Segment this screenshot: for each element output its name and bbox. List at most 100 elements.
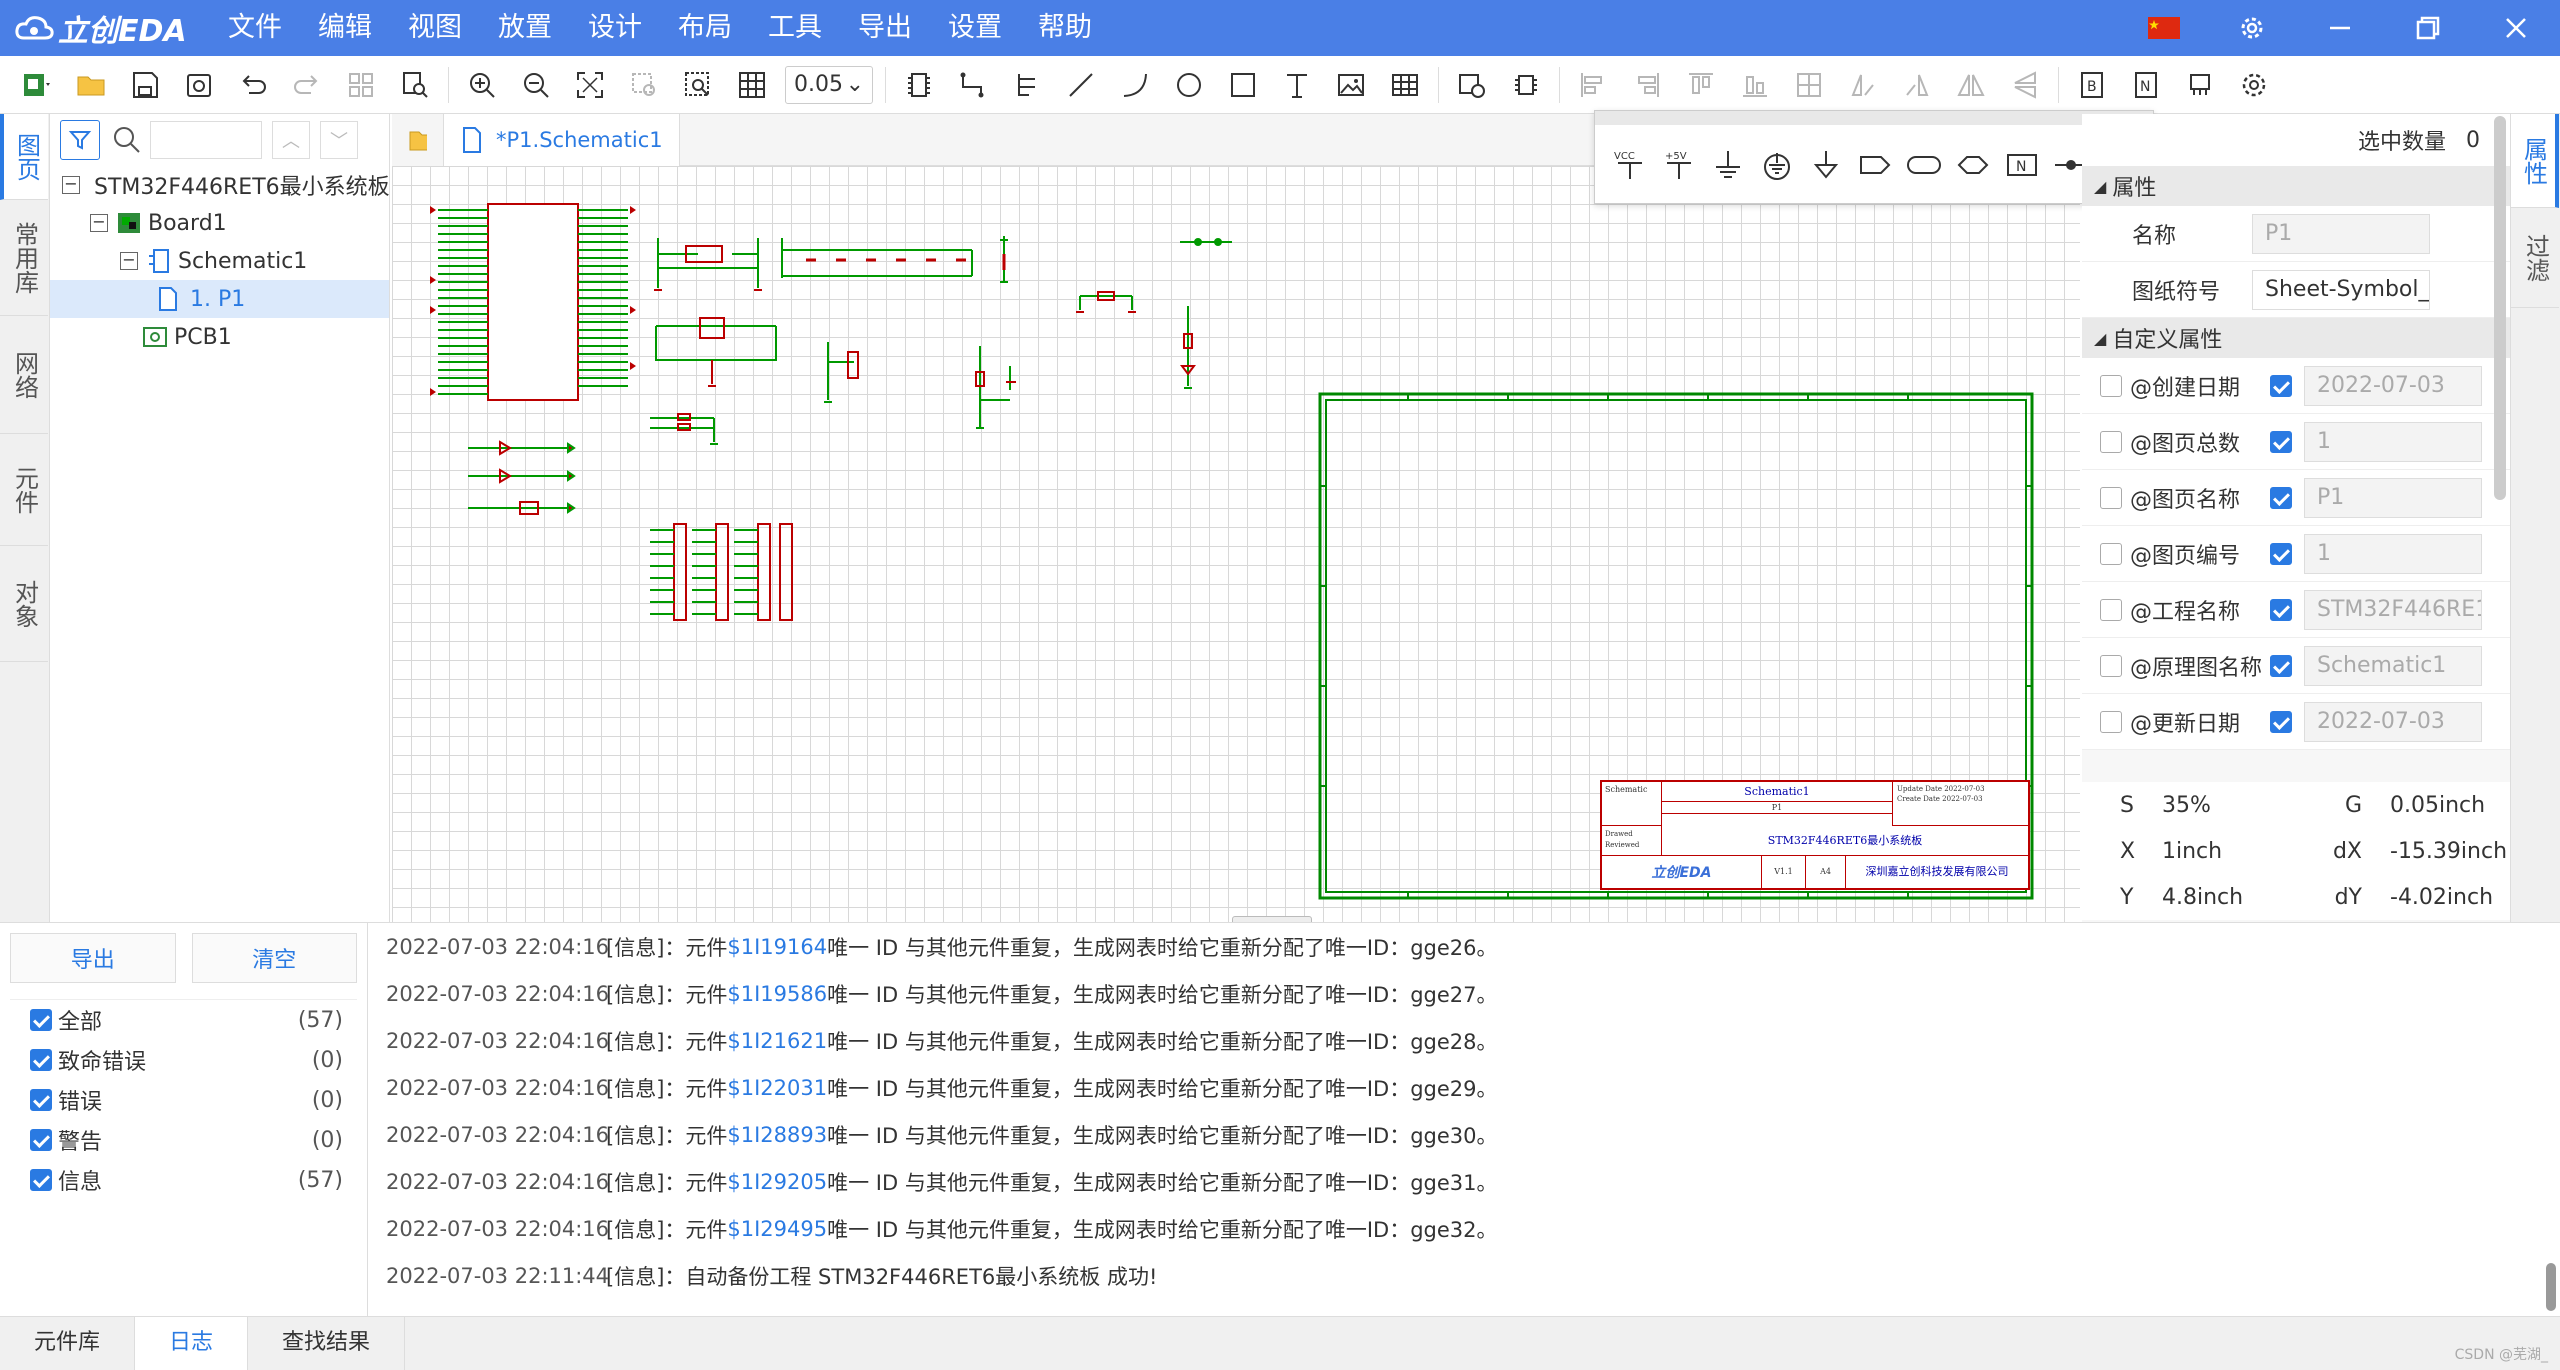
table-icon[interactable] (1378, 61, 1432, 109)
enable-checkbox[interactable] (2270, 598, 2292, 621)
tree-search-input[interactable] (150, 121, 262, 159)
checkbox[interactable] (30, 1009, 52, 1031)
language-flag-icon[interactable] (2120, 0, 2208, 56)
zoom-out-icon[interactable] (509, 61, 563, 109)
show-checkbox[interactable] (2100, 710, 2122, 733)
search-icon[interactable] (110, 123, 144, 161)
custom-property-value[interactable]: 1 (2304, 533, 2482, 574)
redo-icon[interactable] (280, 61, 334, 109)
menu-edit[interactable]: 编辑 (300, 0, 390, 56)
flip-horizontal-icon[interactable] (1944, 61, 1998, 109)
show-checkbox[interactable] (2100, 430, 2122, 453)
export-log-button[interactable]: 导出 (10, 933, 176, 983)
component-link[interactable]: $1I19164 (727, 935, 827, 959)
custom-property-value[interactable]: 2022-07-03 (2304, 701, 2482, 742)
tab-log[interactable]: 日志 (135, 1317, 249, 1370)
enable-checkbox[interactable] (2270, 710, 2292, 733)
open-folder-icon[interactable] (64, 61, 118, 109)
design-check-icon[interactable] (2173, 61, 2227, 109)
search-prev-button[interactable]: ︿ (272, 121, 310, 159)
basic-properties-header[interactable]: ◢ 属性 (2082, 166, 2510, 206)
place-component-icon[interactable] (892, 61, 946, 109)
log-filter-fatal[interactable]: 致命错误 (0) (10, 1040, 357, 1080)
tab-objects[interactable]: 对象 (0, 546, 48, 662)
grid-layout-icon[interactable] (334, 61, 388, 109)
align-grid-icon[interactable] (1782, 61, 1836, 109)
led-circuit[interactable] (1076, 291, 1136, 313)
tab-properties[interactable]: 属性 (2511, 114, 2559, 208)
update-pcb-icon[interactable] (1445, 61, 1499, 109)
zoom-area-icon[interactable] (671, 61, 725, 109)
convert-pcb-icon[interactable] (1499, 61, 1553, 109)
align-bottom-icon[interactable] (1728, 61, 1782, 109)
enable-checkbox[interactable] (2270, 430, 2292, 453)
custom-property-value[interactable]: 2022-07-03 (2304, 365, 2482, 406)
tree-item-page[interactable]: 1. P1 (50, 280, 389, 318)
net-flag-icon[interactable]: N (1997, 140, 2046, 190)
enable-checkbox[interactable] (2270, 486, 2292, 509)
text-icon[interactable] (1270, 61, 1324, 109)
grid-icon[interactable] (725, 61, 779, 109)
pin-headers[interactable] (650, 523, 793, 621)
zoom-selection-icon[interactable] (617, 61, 671, 109)
circle-icon[interactable] (1162, 61, 1216, 109)
menu-place[interactable]: 放置 (480, 0, 570, 56)
custom-property-value[interactable]: STM32F446RE1 (2304, 589, 2482, 630)
tree-item-project[interactable]: − STM32F446RET6最小系统板 (50, 166, 389, 204)
save-icon[interactable] (118, 61, 172, 109)
menu-design[interactable]: 设计 (570, 0, 660, 56)
component-link[interactable]: $1I22031 (727, 1076, 827, 1100)
tab-filter[interactable]: 过滤 (2511, 208, 2559, 308)
show-checkbox[interactable] (2100, 654, 2122, 677)
tree-item-board[interactable]: − Board1 (50, 204, 389, 242)
log-filter-error[interactable]: 错误 (0) (10, 1080, 357, 1120)
show-checkbox[interactable] (2100, 542, 2122, 565)
tab-pages[interactable]: 图页 (0, 114, 48, 200)
save-all-icon[interactable] (172, 61, 226, 109)
checkbox[interactable] (30, 1129, 52, 1151)
filter-icon[interactable] (60, 120, 100, 160)
ground-arrow-icon[interactable] (1801, 140, 1850, 190)
rotate-left-icon[interactable] (1836, 61, 1890, 109)
component-link[interactable]: $1I29495 (727, 1217, 827, 1241)
log-filter-info[interactable]: 信息 (57) (10, 1160, 357, 1200)
align-left-icon[interactable] (1566, 61, 1620, 109)
component-link[interactable]: $1I28893 (727, 1123, 827, 1147)
show-checkbox[interactable] (2100, 374, 2122, 397)
properties-scrollbar[interactable] (2494, 116, 2506, 500)
tree-item-pcb[interactable]: PCB1 (50, 318, 389, 356)
collapse-toggle[interactable]: − (90, 214, 108, 232)
log-filter-warning[interactable]: 警告 (0) (10, 1120, 357, 1160)
menu-view[interactable]: 视图 (390, 0, 480, 56)
menu-tools[interactable]: 工具 (750, 0, 840, 56)
project-folder-tab[interactable] (392, 114, 444, 166)
palette-drag-handle[interactable] (1595, 111, 2153, 125)
bom-icon[interactable]: B (2065, 61, 2119, 109)
tab-nets[interactable]: 网络 (0, 316, 48, 434)
show-checkbox[interactable] (2100, 598, 2122, 621)
log-scrollbar[interactable] (2546, 1263, 2556, 1311)
net-port-icon[interactable] (1850, 140, 1899, 190)
arc-icon[interactable] (1108, 61, 1162, 109)
tab-components[interactable]: 元件 (0, 434, 48, 546)
tab-component-library[interactable]: 元件库 (0, 1317, 136, 1370)
enable-checkbox[interactable] (2270, 374, 2292, 397)
custom-properties-header[interactable]: ◢ 自定义属性 (2082, 318, 2510, 358)
new-project-icon[interactable] (10, 61, 64, 109)
menu-help[interactable]: 帮助 (1020, 0, 1110, 56)
net-label-bidir-icon[interactable] (1948, 140, 1997, 190)
boot-circuit[interactable] (975, 346, 1016, 429)
align-top-icon[interactable] (1674, 61, 1728, 109)
earth-symbol-icon[interactable] (1752, 140, 1801, 190)
show-checkbox[interactable] (2100, 486, 2122, 509)
netlist-icon[interactable]: N (2119, 61, 2173, 109)
menu-layout[interactable]: 布局 (660, 0, 750, 56)
fit-view-icon[interactable] (563, 61, 617, 109)
wire-icon[interactable] (946, 61, 1000, 109)
gnd-symbol-icon[interactable] (1703, 140, 1752, 190)
rotate-right-icon[interactable] (1890, 61, 1944, 109)
tree-item-schematic[interactable]: − Schematic1 (50, 242, 389, 280)
custom-property-value[interactable]: P1 (2304, 477, 2482, 518)
collapse-toggle[interactable]: − (120, 252, 138, 270)
menu-settings[interactable]: 设置 (930, 0, 1020, 56)
